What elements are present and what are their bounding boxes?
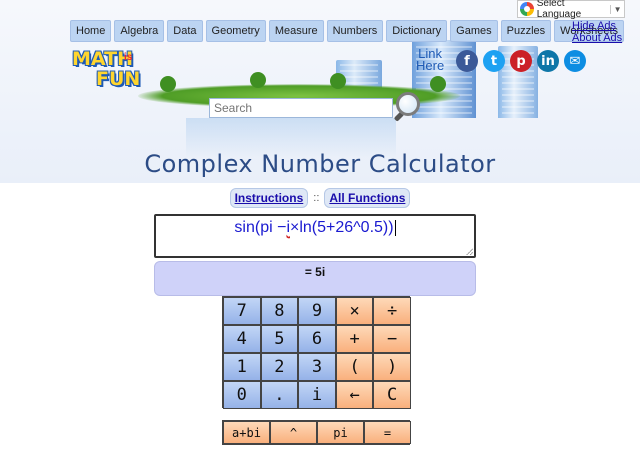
instructions-link[interactable]: Instructions (229, 188, 309, 208)
extra-keys: a+bi ^ pi = (222, 420, 411, 445)
key-button[interactable]: 2 (260, 353, 299, 381)
google-icon (520, 2, 534, 16)
main-nav: Home Algebra Data Geometry Measure Numbers Dic… (70, 20, 625, 42)
pinterest-icon[interactable]: p (510, 50, 532, 72)
key-button[interactable]: C (373, 381, 411, 409)
search-icon-glass (396, 92, 420, 116)
key-button[interactable]: − (373, 325, 411, 353)
all-functions-link[interactable]: All Functions (324, 188, 411, 208)
tree (250, 72, 266, 88)
nav-tab-measure[interactable]: Measure (268, 20, 324, 42)
key-button[interactable]: ← (335, 381, 374, 409)
language-selector-label: Select Language (536, 0, 582, 20)
extra-key-button[interactable]: a+bi (223, 421, 270, 444)
key-button[interactable]: ) (373, 353, 411, 381)
tree (430, 76, 446, 92)
chevron-down-icon: ▼ (610, 4, 624, 14)
social-icons: f t p in ✉ (456, 50, 586, 72)
key-button[interactable]: 0 (223, 381, 261, 409)
extra-key-button[interactable]: pi (317, 421, 364, 444)
ad-links: Hide Ads About Ads (572, 20, 630, 44)
nav-tab-algebra[interactable]: Algebra (114, 20, 165, 42)
site-header: Select Language ▼ Home Algebra Data Geometr… (0, 0, 640, 183)
language-selector[interactable]: Select Language ▼ (517, 0, 625, 20)
key-button[interactable]: i (298, 381, 336, 409)
key-button[interactable]: 6 (298, 325, 336, 353)
expression-input[interactable]: sin(pi −i×ln(5+26^0.5)) (154, 214, 476, 258)
help-links: Instructions :: All Functions (0, 188, 640, 208)
expression-text-part: ×ln(5+26^0.5)) (290, 219, 394, 236)
nav-tab-puzzles[interactable]: Puzzles (500, 20, 552, 42)
extra-key-button[interactable]: = (364, 421, 411, 444)
key-button[interactable]: 1 (223, 353, 261, 381)
key-button[interactable]: ( (335, 353, 374, 381)
key-button[interactable]: 7 (223, 297, 261, 325)
extra-key-button[interactable]: ^ (270, 421, 317, 444)
tree (330, 73, 346, 89)
key-button[interactable]: ÷ (373, 297, 411, 325)
expression-text-part: sin(pi − (234, 219, 287, 236)
nav-tab-data[interactable]: Data (167, 20, 203, 42)
hide-ads-link[interactable]: Hide Ads (572, 20, 630, 32)
about-ads-link[interactable]: About Ads (572, 32, 630, 44)
twitter-icon[interactable]: t (483, 50, 505, 72)
key-button[interactable]: 8 (260, 297, 299, 325)
nav-tab-home[interactable]: Home (70, 20, 112, 42)
nav-tab-dictionary[interactable]: Dictionary (386, 20, 448, 42)
mail-icon[interactable]: ✉ (564, 50, 586, 72)
key-button[interactable]: 5 (260, 325, 299, 353)
link-here-link[interactable]: Link Here (416, 47, 445, 73)
mathsisfun-logo[interactable]: MATH is FUN (70, 48, 144, 94)
tree (160, 76, 176, 92)
key-button[interactable]: × (335, 297, 374, 325)
link-here-line2: Here (416, 58, 445, 73)
resize-handle-icon[interactable] (466, 248, 473, 255)
linkedin-icon[interactable]: in (537, 50, 559, 72)
search-input[interactable] (209, 98, 393, 118)
logo-text-is: is (124, 52, 133, 63)
key-button[interactable]: 3 (298, 353, 336, 381)
facebook-icon[interactable]: f (456, 50, 478, 72)
keypad: 7 8 9 × ÷ 4 5 6 + − 1 2 3() 0. i ← C (222, 296, 411, 409)
nav-tab-geometry[interactable]: Geometry (205, 20, 266, 42)
key-button[interactable]: + (335, 325, 374, 353)
nav-tab-numbers[interactable]: Numbers (326, 20, 384, 42)
logo-text-fun: FUN (96, 68, 141, 90)
key-button[interactable]: 9 (298, 297, 336, 325)
link-separator: :: (313, 192, 320, 204)
result-display: = 5i (154, 261, 476, 296)
key-button[interactable]: . (260, 381, 299, 409)
text-cursor (394, 219, 396, 236)
key-button[interactable]: 4 (223, 325, 261, 353)
search-icon[interactable] (392, 90, 426, 124)
page-title: Complex Number Calculator (144, 150, 496, 178)
nav-tab-games[interactable]: Games (450, 20, 498, 42)
